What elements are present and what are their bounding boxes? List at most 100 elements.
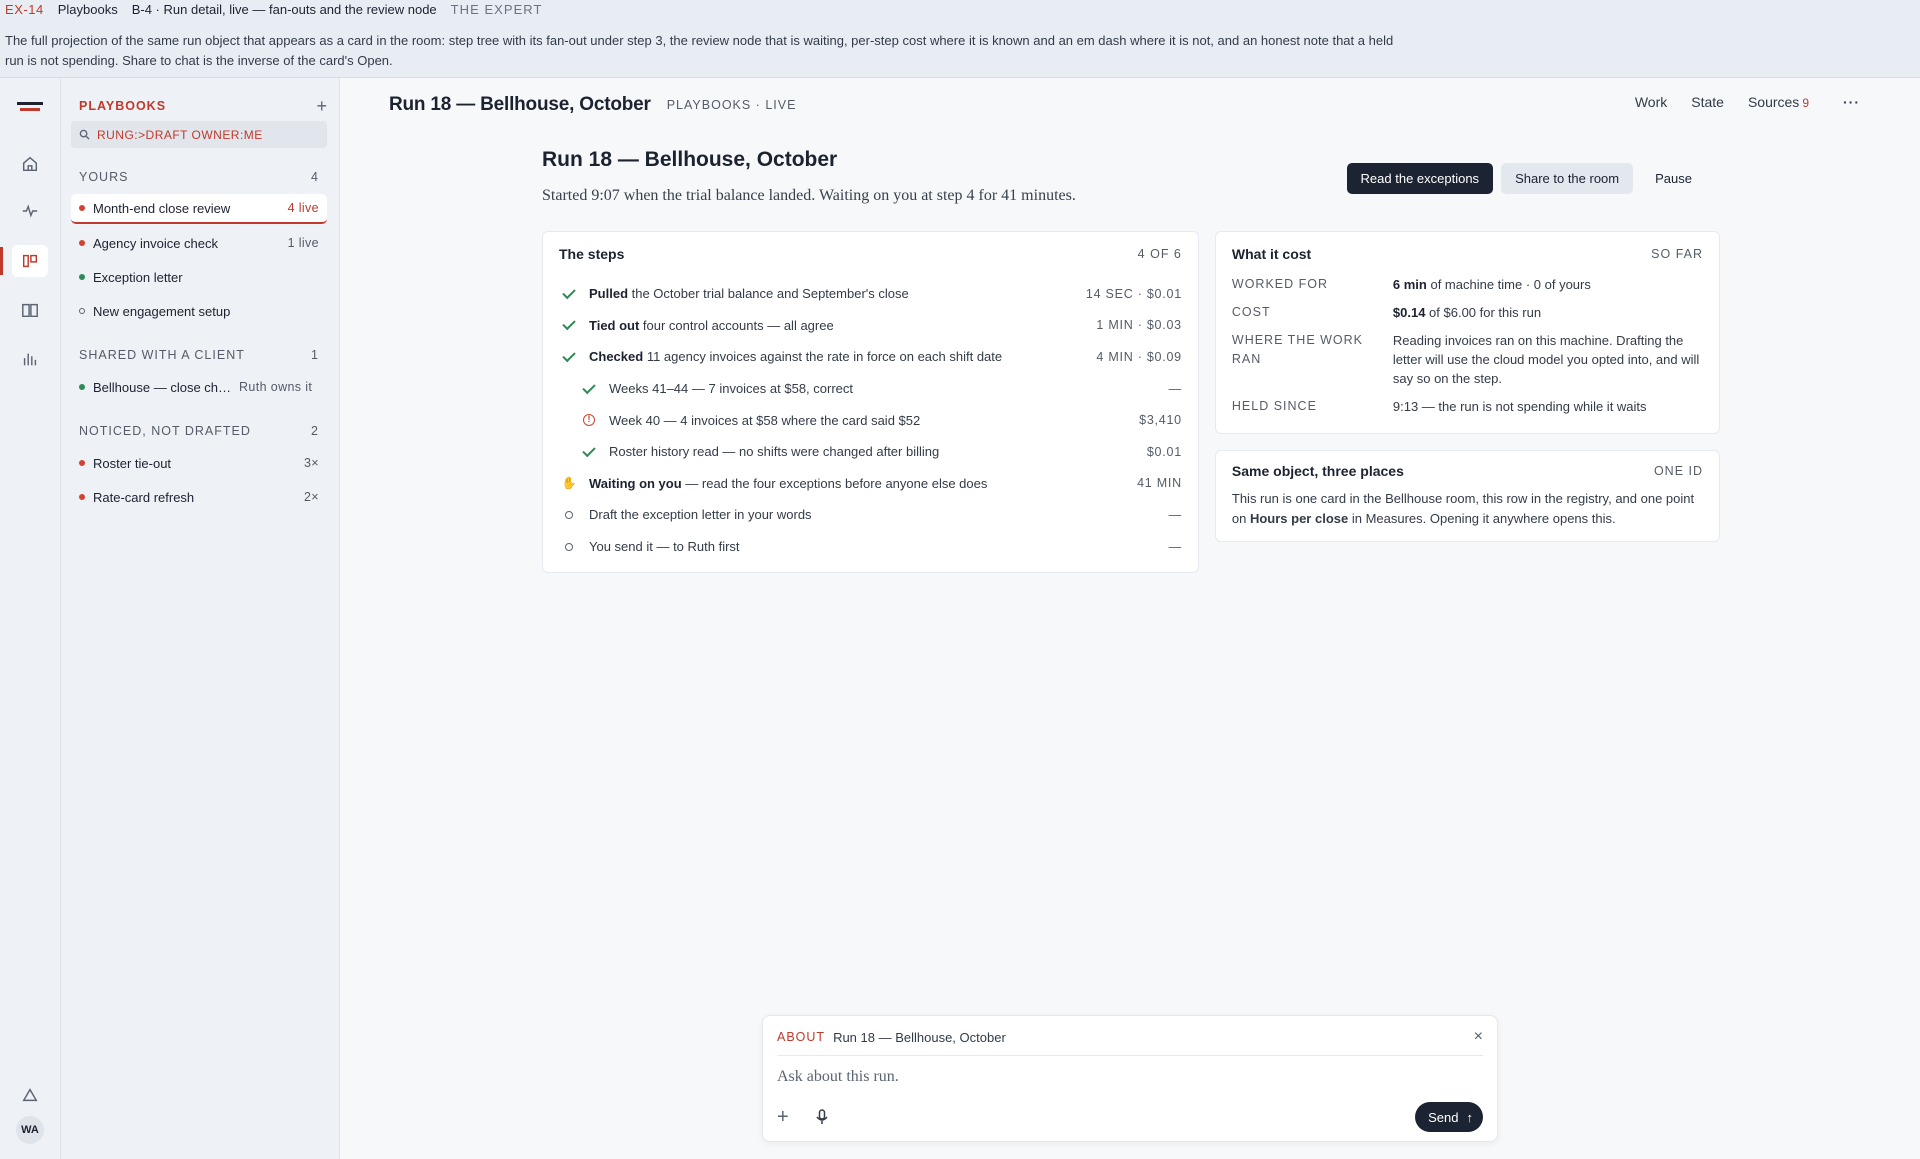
step-row[interactable]: ✋ Waiting on you — read the four exceptio… <box>559 468 1182 500</box>
run-title: Run 18 — Bellhouse, October <box>542 148 838 171</box>
tab-sources[interactable]: Sources 9 <box>1748 94 1809 110</box>
cost-card: What it cost SO FAR WORKED FOR 6 min of m… <box>1214 231 1720 434</box>
playbooks-sidebar: PLAYBOOKS + RUNG:>DRAFT OWNER:ME YOURS 4 M… <box>61 78 340 1159</box>
sidebar-item-meta: 3× <box>303 456 319 470</box>
step-detail: — read the four exceptions before anyone… <box>681 475 988 491</box>
status-dot <box>79 308 85 314</box>
step-detail: Week 40 — 4 invoices at $58 where the ca… <box>609 412 921 428</box>
cost-value-text: Reading invoices ran on this machine. Dr… <box>1392 333 1700 386</box>
alert-icon[interactable] <box>12 1079 48 1111</box>
cost-row: HELD SINCE 9:13 — the run is not spending… <box>1232 393 1703 421</box>
step-detail: Weeks 41–44 — 7 invoices at $58, correct <box>609 381 853 397</box>
more-menu-icon[interactable]: ··· <box>1843 94 1860 110</box>
cost-value-text: of machine time · 0 of yours <box>1426 277 1591 292</box>
cost-value-bold: 6 min <box>1392 277 1427 292</box>
step-row[interactable]: You send it — to Ruth first — <box>559 531 1182 563</box>
add-playbook-button[interactable]: + <box>316 97 327 115</box>
step-row[interactable]: Roster history read — no shifts were cha… <box>559 436 1182 468</box>
top-banner: EX-14 Playbooks B-4 · Run detail, live —… <box>0 0 1920 78</box>
logo-icon[interactable] <box>17 102 43 114</box>
cost-value: 6 min of machine time · 0 of yours <box>1393 271 1703 299</box>
sidebar-item[interactable]: Roster tie-out 3× <box>71 448 327 478</box>
search-input[interactable]: RUNG:>DRAFT OWNER:ME <box>71 121 327 148</box>
waiting-hand-icon: ✋ <box>561 476 577 491</box>
step-row[interactable]: Pulled the October trial balance and Sep… <box>559 278 1182 310</box>
sources-count-badge: 9 <box>1802 96 1809 110</box>
home-icon[interactable] <box>12 148 48 180</box>
about-label: ABOUT <box>777 1030 826 1044</box>
status-dot <box>79 384 85 390</box>
page-title: Run 18 — Bellhouse, October <box>389 94 651 115</box>
playbooks-icon[interactable] <box>12 245 48 277</box>
sidebar-item-label: Month-end close review <box>93 200 231 216</box>
measure-link[interactable]: Hours per close <box>1250 511 1348 526</box>
banner-audience: THE EXPERT <box>450 1 543 17</box>
tab-work[interactable]: Work <box>1635 94 1667 110</box>
cost-value-bold: $0.14 <box>1392 305 1426 320</box>
step-cost: $3,410 <box>1139 413 1182 428</box>
sidebar-item[interactable]: Agency invoice check 1 live <box>71 228 327 258</box>
check-icon <box>582 380 596 394</box>
section-label: NOTICED, NOT DRAFTED <box>79 424 251 438</box>
pulse-icon[interactable] <box>12 195 48 227</box>
check-icon <box>562 285 576 300</box>
section-count: 4 <box>311 170 319 184</box>
sidebar-section-header: YOURS 4 <box>71 170 327 184</box>
step-row[interactable]: Weeks 41–44 — 7 invoices at $58, correct… <box>559 373 1182 405</box>
chat-composer: ABOUT Run 18 — Bellhouse, October × Ask … <box>762 1015 1498 1142</box>
avatar[interactable]: WA <box>16 1116 44 1144</box>
exception-icon: ! <box>583 414 595 427</box>
run-detail: Run 18 — Bellhouse, October PLAYBOOKS · … <box>340 78 1920 1159</box>
run-subtitle: Started 9:07 when the trial balance land… <box>542 187 1076 204</box>
pause-button[interactable]: Pause <box>1641 163 1706 194</box>
step-detail: Roster history read — no shifts were cha… <box>609 444 940 460</box>
send-button[interactable]: Send ↑ <box>1415 1102 1483 1132</box>
check-icon <box>562 348 576 363</box>
sidebar-item[interactable]: Rate-card refresh 2× <box>71 482 327 512</box>
step-verb: Tied out <box>589 317 640 333</box>
cost-value: $0.14 of $6.00 for this run <box>1393 299 1703 327</box>
steps-title: The steps <box>559 246 625 262</box>
step-text: You send it — to Ruth first <box>589 539 1169 554</box>
status-dot <box>79 205 85 211</box>
pending-ring-icon <box>565 542 573 551</box>
chart-icon[interactable] <box>12 343 48 375</box>
section-count: 1 <box>311 348 319 362</box>
about-run: Run 18 — Bellhouse, October <box>833 1029 1006 1045</box>
sidebar-item[interactable]: Exception letter <box>71 262 327 292</box>
step-row[interactable]: ! Week 40 — 4 invoices at $58 where the c… <box>559 404 1182 436</box>
banner-crumb: B-4 · Run detail, live — fan-outs and th… <box>131 1 437 17</box>
step-cost: — <box>1168 539 1182 554</box>
sidebar-item[interactable]: Month-end close review 4 live <box>71 194 327 224</box>
book-icon[interactable] <box>12 294 48 326</box>
step-detail: four control accounts — all agree <box>639 317 834 333</box>
step-row[interactable]: Tied out four control accounts — all agr… <box>559 310 1182 342</box>
step-row[interactable]: Draft the exception letter in your words… <box>559 499 1182 531</box>
status-dot <box>79 460 85 466</box>
tab-state[interactable]: State <box>1691 94 1724 110</box>
step-text: Waiting on you — read the four exception… <box>589 476 1137 491</box>
send-label: Send <box>1428 1109 1459 1125</box>
step-detail: 11 agency invoices against the rate in f… <box>643 349 1003 365</box>
read-exceptions-button[interactable]: Read the exceptions <box>1346 163 1494 194</box>
sidebar-item[interactable]: Bellhouse — close che... Ruth owns it <box>71 372 327 402</box>
attach-button[interactable]: + <box>777 1106 807 1129</box>
sidebar-item-meta: 1 live <box>287 236 319 250</box>
chat-input[interactable]: Ask about this run. <box>777 1068 1483 1086</box>
arrow-up-icon: ↑ <box>1466 1109 1474 1125</box>
step-verb: Pulled <box>589 286 629 302</box>
steps-progress: 4 OF 6 <box>1137 247 1182 261</box>
share-to-room-button[interactable]: Share to the room <box>1501 163 1634 194</box>
sidebar-title: PLAYBOOKS <box>79 99 167 113</box>
step-row[interactable]: Checked 11 agency invoices against the r… <box>559 341 1182 373</box>
cost-value-text: of $6.00 for this run <box>1425 305 1542 320</box>
step-verb: Waiting on you <box>589 475 682 491</box>
rail-active-indicator <box>0 247 3 275</box>
sidebar-item-meta: Ruth owns it <box>239 380 313 394</box>
cost-tag: SO FAR <box>1651 247 1703 261</box>
microphone-icon[interactable] <box>807 1109 837 1125</box>
step-text: Tied out four control accounts — all agr… <box>589 318 1096 333</box>
close-icon[interactable]: × <box>1474 1028 1483 1046</box>
one-id-tag: ONE ID <box>1653 464 1703 478</box>
sidebar-item[interactable]: New engagement setup <box>71 296 327 326</box>
